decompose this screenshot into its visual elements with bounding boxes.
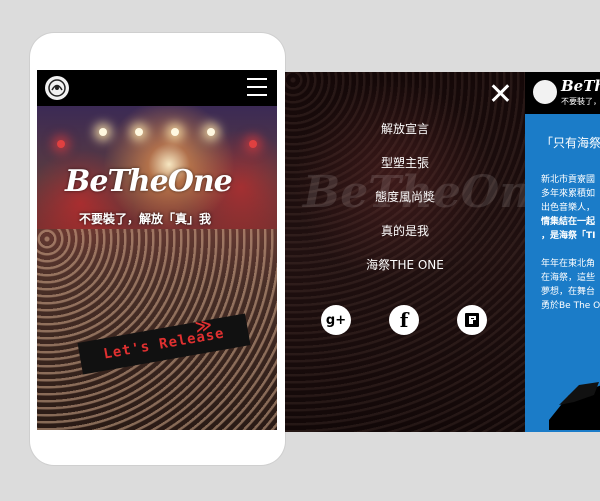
paragraph-line: 情集結在一起 [541, 217, 596, 227]
release-arrow-icon: ≫ [193, 314, 214, 337]
paragraph-line: 夢想，在舞台 [541, 287, 596, 297]
mobile-screen: BeTheOne 不要裝了，解放「真」我 Let's Release ≫ [37, 70, 277, 430]
brand-title: BeTheOne [65, 164, 233, 199]
paragraph-line: 在海祭，這些 [541, 273, 596, 283]
menu-item-real-me[interactable]: 真的是我 [285, 214, 525, 248]
pixnet-icon[interactable] [457, 305, 487, 335]
top-bar [37, 70, 277, 106]
menu-item-manifesto[interactable]: 解放宣言 [285, 112, 525, 146]
menu-item-the-one[interactable]: 海祭THE ONE [285, 248, 525, 282]
brand-be: Be [65, 164, 108, 199]
logo-graphic [48, 79, 66, 97]
menu-panel: BeTheOne ✕ 解放宣言 型塑主張 態度風尚獎 真的是我 海祭THE ON… [285, 72, 525, 432]
close-icon[interactable]: ✕ [488, 80, 513, 110]
hamburger-menu-icon[interactable] [247, 78, 267, 96]
content-quote: 「只有海祭 [541, 136, 600, 150]
paragraph-line: ，是海祭「TI [541, 231, 596, 241]
content-panel: BeThe 不要裝了，解放 「只有海祭 新北市貢寮國 多年來累積如 出色音樂人，… [525, 72, 600, 432]
content-subtitle: 不要裝了，解放 [561, 97, 600, 106]
content-body: 「只有海祭 新北市貢寮國 多年來累積如 出色音樂人， 情集結在一起 ，是海祭「T… [541, 134, 600, 313]
paragraph-line: 出色音樂人， [541, 203, 596, 213]
pixnet-glyph [465, 313, 479, 327]
facebook-icon[interactable]: f [389, 305, 419, 335]
content-brand: BeThe [561, 77, 600, 95]
brand-one: One [167, 164, 233, 199]
paragraph-line: 勇於Be The O [541, 301, 600, 311]
slogan: 不要裝了，解放「真」我 [79, 212, 212, 226]
content-header: BeThe 不要裝了，解放 [525, 72, 600, 114]
decorative-shape [549, 382, 600, 430]
brand-the: The [107, 164, 168, 199]
festival-logo-icon[interactable] [45, 76, 69, 100]
paragraph-line: 新北市貢寮國 [541, 175, 596, 185]
festival-logo-icon[interactable] [533, 80, 557, 104]
google-plus-icon[interactable]: g+ [321, 305, 351, 335]
hero-image: BeTheOne 不要裝了，解放「真」我 [37, 106, 277, 430]
paragraph-line: 多年來累積如 [541, 189, 596, 199]
menu-item-style-award[interactable]: 態度風尚獎 [285, 180, 525, 214]
menu-item-shaping[interactable]: 型塑主張 [285, 146, 525, 180]
menu-list: 解放宣言 型塑主張 態度風尚獎 真的是我 海祭THE ONE [285, 112, 525, 282]
paragraph-line: 年年在東北角 [541, 259, 596, 269]
